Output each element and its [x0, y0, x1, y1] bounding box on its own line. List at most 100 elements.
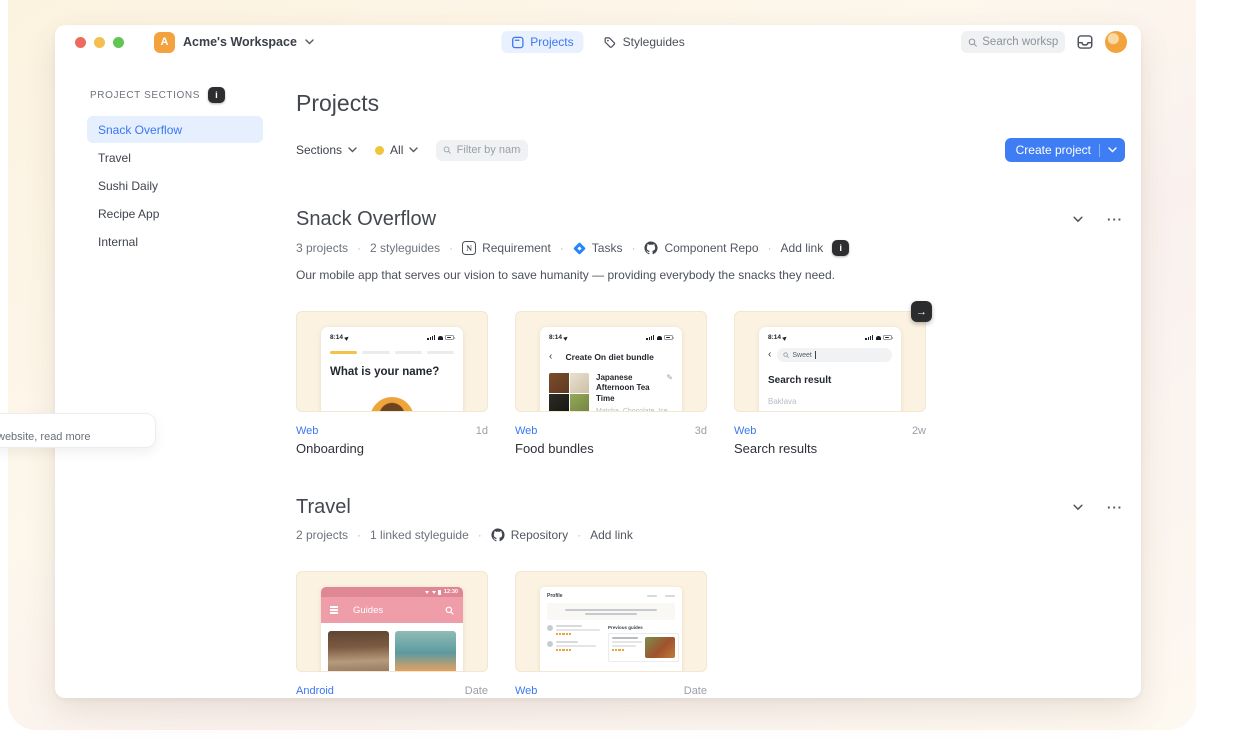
project-card-food-bundles[interactable]: 8:14 ‹ Create On diet bundle — [515, 311, 707, 456]
link-component-repo[interactable]: Component Repo — [644, 241, 758, 255]
phone-search-field: Sweet — [777, 348, 892, 362]
section-meta: 2 projects 1 linked styleguide Repositor… — [296, 528, 1125, 542]
sidebar-item-sushi-daily[interactable]: Sushi Daily — [87, 172, 263, 199]
phone-result-item: Baklava — [768, 397, 892, 406]
workspace-switcher[interactable]: A Acme's Workspace — [154, 32, 314, 53]
workspace-search-input[interactable] — [982, 36, 1058, 48]
updated-label: Date — [465, 685, 488, 697]
back-chevron-icon: ‹ — [768, 350, 771, 360]
add-link-label: Add link — [781, 241, 824, 255]
web-page-title: Profile — [547, 593, 563, 599]
onboarding-progress-bar — [330, 351, 454, 354]
collapse-section-chevron-icon[interactable] — [1073, 216, 1083, 223]
projects-icon — [511, 36, 524, 49]
dot-separator — [560, 241, 564, 255]
user-avatar[interactable] — [1105, 31, 1127, 53]
rating-stars — [556, 633, 600, 635]
sidebar-item-travel[interactable]: Travel — [87, 144, 263, 171]
dot-separator — [631, 241, 635, 255]
location-arrow-icon — [782, 335, 788, 341]
sections-dropdown[interactable]: Sections — [296, 143, 357, 157]
status-dropdown-label: All — [390, 143, 403, 157]
phone-search-row: ‹ Sweet — [768, 348, 892, 362]
styleguides-count: 1 linked styleguide — [370, 528, 469, 542]
android-time: 12:30 — [444, 589, 458, 595]
phone-nav-header: ‹ Create On diet bundle — [549, 352, 673, 362]
sidebar-heading: PROJECT SECTIONS i — [90, 87, 296, 103]
add-link-label: Add link — [590, 528, 633, 542]
phone-results-heading: Search result — [768, 375, 892, 386]
sidebar-heading-label: PROJECT SECTIONS — [90, 90, 200, 101]
link-requirement-label: Requirement — [482, 241, 551, 255]
phone-search-query: Sweet — [792, 352, 811, 359]
battery-icon — [664, 335, 673, 340]
card-meta-row: Web Date — [515, 685, 707, 697]
add-link-button[interactable]: Add link — [781, 241, 824, 255]
web-banner — [547, 603, 675, 620]
tab-projects[interactable]: Projects — [501, 31, 583, 53]
add-link-button[interactable]: Add link — [590, 528, 633, 542]
bundle-info: Japanese Afternoon Tea Time ✎ Matcha, Ch… — [596, 373, 673, 412]
link-tasks[interactable]: Tasks — [573, 241, 623, 255]
section-header: Travel ··· — [296, 496, 1125, 519]
wifi-icon — [657, 336, 662, 340]
create-project-button[interactable]: Create project — [1005, 138, 1125, 162]
link-repository-label: Repository — [511, 528, 568, 542]
zoom-window-button[interactable] — [113, 37, 124, 48]
create-project-label: Create project — [1016, 143, 1091, 157]
project-card-onboarding[interactable]: 8:14 What is your name? Web 1d — [296, 311, 488, 456]
minimize-window-button[interactable] — [94, 37, 105, 48]
chevron-down-icon — [348, 147, 357, 153]
styleguides-count: 2 styleguides — [370, 241, 440, 255]
section-more-button[interactable]: ··· — [1107, 500, 1123, 515]
section-title: Snack Overflow — [296, 208, 436, 231]
project-card-guides[interactable]: 12:30 Guides Paris Oahu — [296, 571, 488, 698]
sidebar-item-internal[interactable]: Internal — [87, 228, 263, 255]
bundle-description: Matcha, Chocolate, Ice cream. Nothing is… — [596, 407, 673, 412]
project-cards: 8:14 What is your name? Web 1d — [296, 311, 1125, 456]
info-badge[interactable]: i — [208, 87, 225, 103]
section-controls: ··· — [1073, 500, 1125, 515]
guide-photo-oahu: Oahu — [395, 631, 456, 672]
guide-card — [608, 633, 679, 662]
link-repository[interactable]: Repository — [491, 528, 568, 542]
inbox-icon[interactable] — [1076, 33, 1094, 51]
collapse-section-chevron-icon[interactable] — [1073, 504, 1083, 511]
main-content: Projects Sections All Create project — [296, 59, 1141, 698]
tab-styleguides-label: Styleguides — [623, 35, 685, 49]
workspace-search[interactable] — [961, 31, 1065, 53]
status-dot-icon — [375, 146, 384, 155]
info-badge[interactable]: i — [832, 240, 849, 256]
styleguides-tag-icon — [604, 36, 617, 49]
filter-by-name[interactable] — [436, 140, 528, 161]
text-cursor — [815, 351, 816, 359]
signal-icon — [865, 335, 873, 340]
web-columns: Previous guides — [547, 625, 675, 662]
android-status-bar: 12:30 — [321, 587, 463, 597]
section-more-button[interactable]: ··· — [1107, 212, 1123, 227]
project-card-profile[interactable]: Profile — [515, 571, 707, 698]
battery-icon — [883, 335, 892, 340]
updated-label: 1d — [476, 425, 488, 437]
previous-guides-column: Previous guides — [608, 625, 679, 662]
guides-photo-row: Paris Oahu — [321, 623, 463, 672]
project-card-search-results[interactable]: → 8:14 ‹ — [734, 311, 926, 456]
tab-projects-label: Projects — [530, 35, 573, 49]
close-window-button[interactable] — [75, 37, 86, 48]
link-requirement[interactable]: N Requirement — [462, 241, 551, 255]
section-travel: Travel ··· 2 projects 1 linked styleguid… — [296, 496, 1125, 698]
sidebar-item-recipe-app[interactable]: Recipe App — [87, 200, 263, 227]
dot-separator — [357, 241, 361, 255]
filter-by-name-input[interactable] — [457, 144, 522, 156]
sidebar: PROJECT SECTIONS i Snack Overflow Travel… — [55, 59, 296, 698]
sidebar-item-snack-overflow[interactable]: Snack Overflow — [87, 116, 263, 143]
rating-stars — [556, 649, 600, 651]
open-arrow-badge[interactable]: → — [911, 301, 932, 322]
window-body: PROJECT SECTIONS i Snack Overflow Travel… — [55, 59, 1141, 698]
phone-mockup: 8:14 What is your name? — [321, 327, 463, 412]
edge-tooltip-text: website, read more — [0, 431, 91, 443]
project-cards: 12:30 Guides Paris Oahu — [296, 571, 1125, 698]
notion-icon: N — [462, 241, 476, 255]
status-dropdown[interactable]: All — [375, 143, 418, 157]
tab-styleguides[interactable]: Styleguides — [594, 31, 695, 53]
